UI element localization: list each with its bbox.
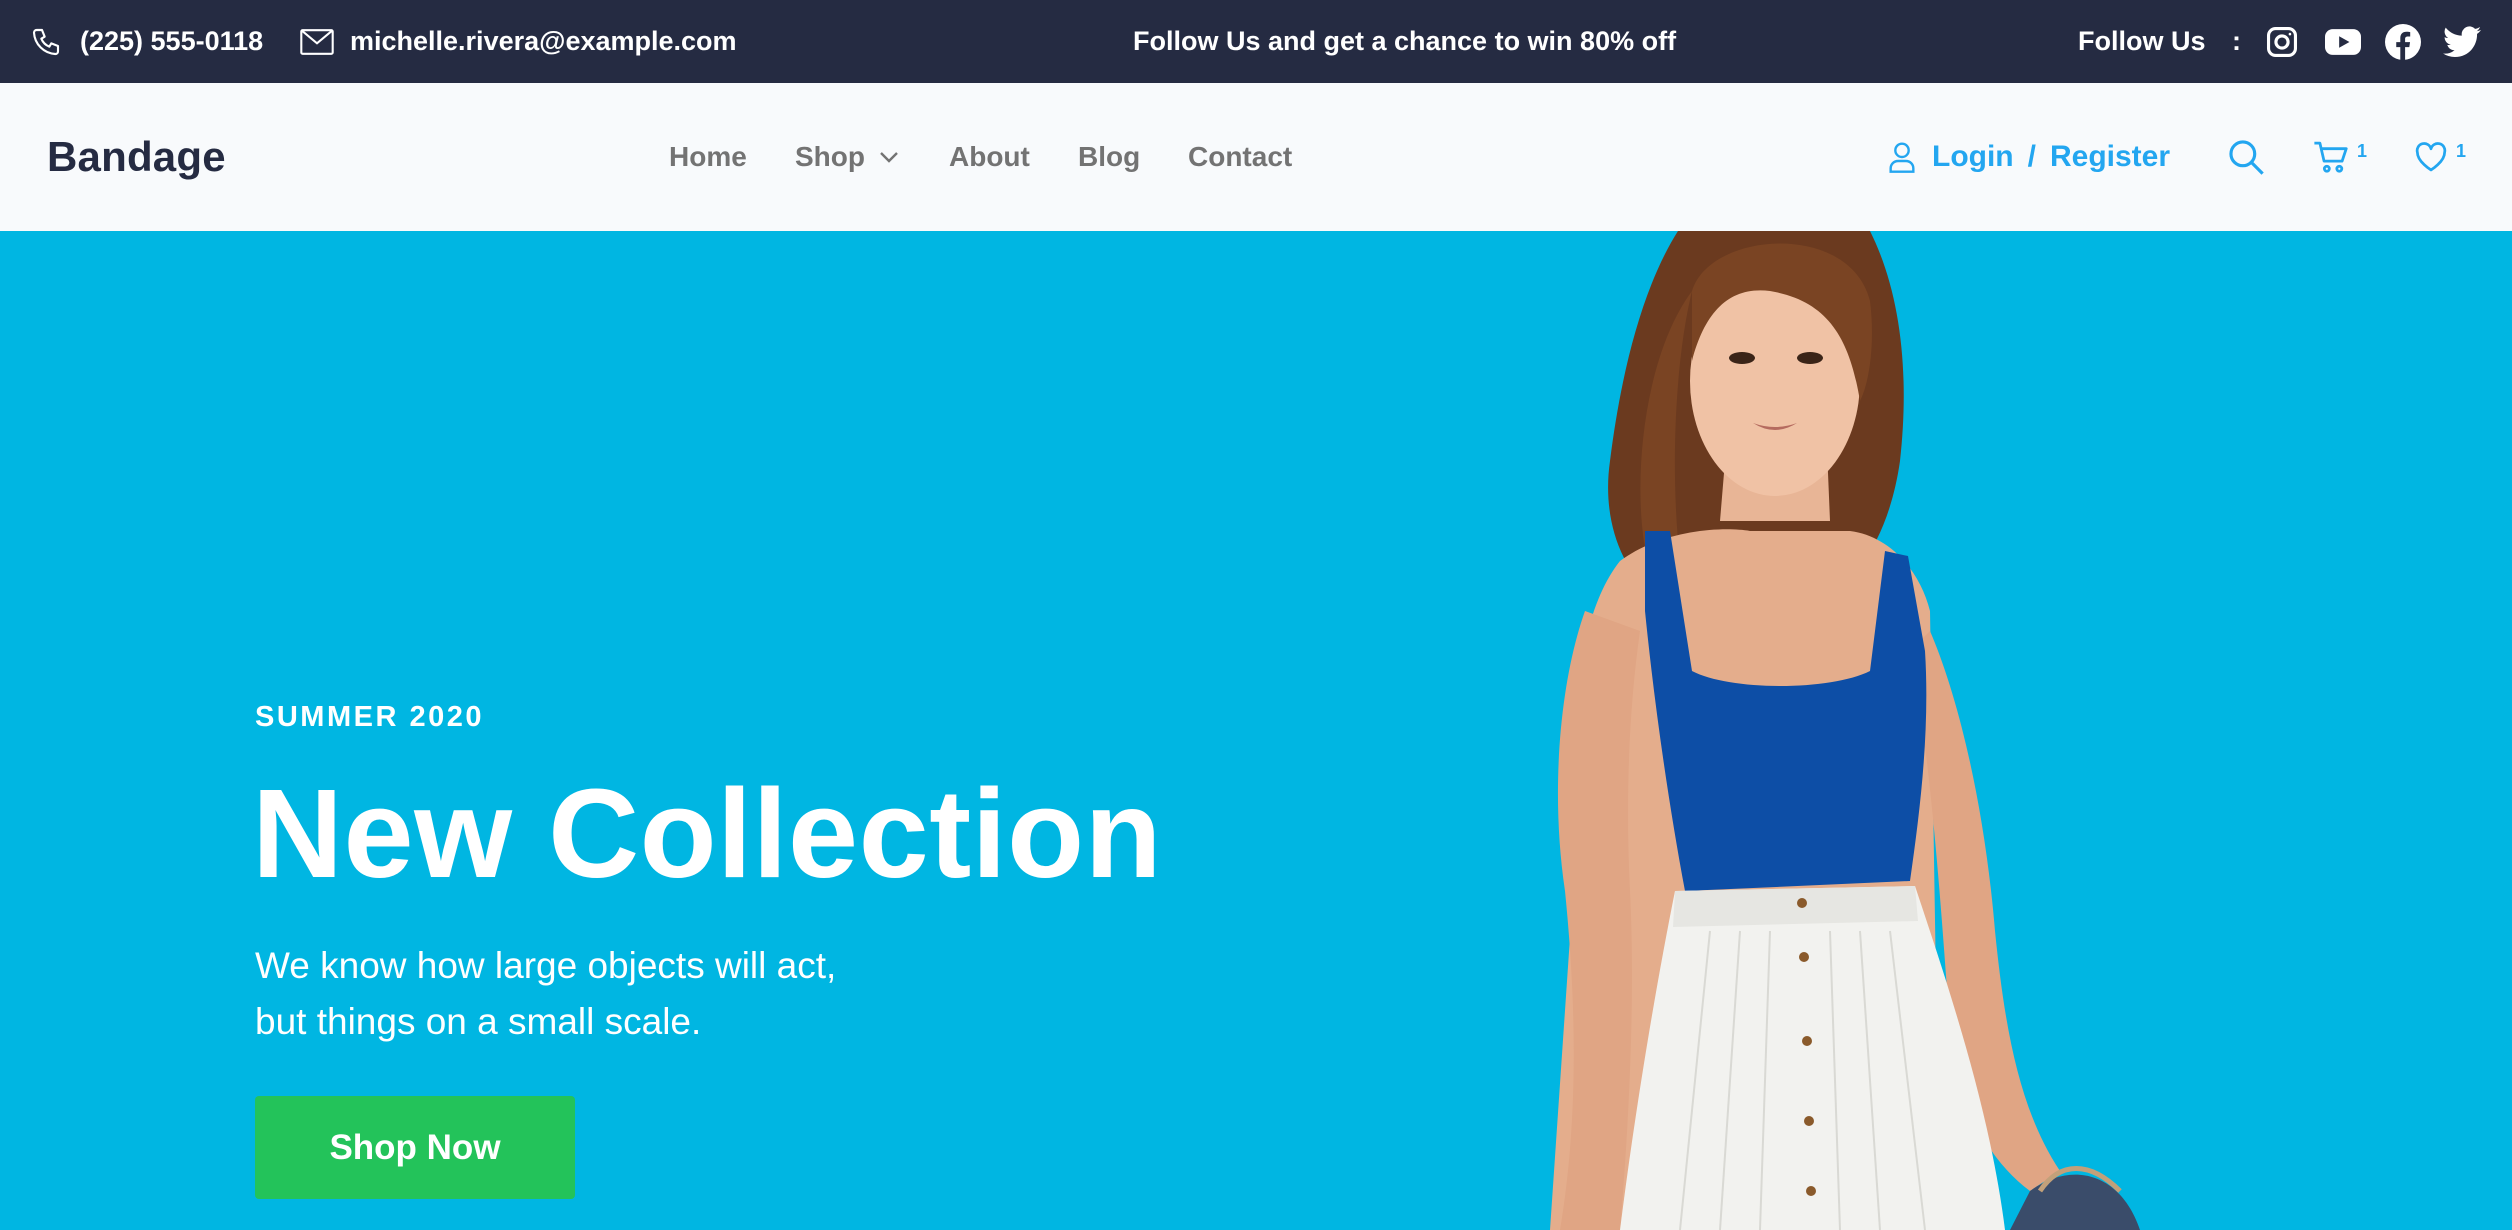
nav-shop-label: Shop [795,141,865,172]
register-link[interactable]: Register [2050,140,2170,174]
contact-email[interactable]: michelle.rivera@example.com [300,0,737,83]
youtube-icon [2325,28,2361,55]
facebook-icon [2385,23,2421,60]
wishlist-button[interactable]: 1 [2414,83,2466,231]
twitter-icon [2443,25,2481,57]
chevron-down-icon [880,152,898,163]
facebook-link[interactable] [2385,0,2421,83]
heart-icon [2415,142,2447,172]
follow-us-label: Follow Us [2078,26,2206,56]
twitter-link[interactable] [2443,0,2481,83]
main-navbar: Bandage Home Shop About Blog Contact Log… [0,83,2512,231]
mail-icon [300,28,334,55]
auth-separator: / [2027,140,2036,173]
nav-home[interactable]: Home [669,83,747,231]
contact-phone[interactable]: (225) 555-0118 [30,0,263,83]
auth-links: Login / Register [1888,83,2170,231]
nav-about[interactable]: About [949,83,1030,231]
phone-icon [32,28,60,55]
brand-logo[interactable]: Bandage [47,83,226,231]
nav-shop[interactable]: Shop [795,83,899,231]
youtube-link[interactable] [2325,0,2361,83]
hero-description-line-2: but things on a small scale. [255,1001,702,1042]
cart-button[interactable]: 1 [2313,83,2367,231]
promo-text: Follow Us and get a chance to win 80% of… [1133,26,1677,56]
follow-us-colon: : [2232,26,2241,56]
instagram-link[interactable] [2265,0,2299,83]
hero-section: SUMMER 2020 New Collection We know how l… [0,231,2512,1230]
cart-icon [2314,141,2348,173]
hero-description: We know how large objects will act, but … [255,938,955,1050]
nav-blog[interactable]: Blog [1078,83,1140,231]
search-icon [2229,140,2264,175]
hero-model-image [1550,231,2140,1230]
hero-title: New Collection [252,763,1163,904]
wishlist-count: 1 [2456,140,2467,161]
hero-description-line-1: We know how large objects will act, [255,945,837,986]
search-button[interactable] [2227,83,2265,231]
cart-count: 1 [2357,140,2368,161]
top-bar: (225) 555-0118 michelle.rivera@example.c… [0,0,2512,83]
email-text: michelle.rivera@example.com [350,26,737,56]
instagram-icon [2266,26,2298,57]
login-link[interactable]: Login [1932,140,2014,174]
user-icon [1889,142,1915,173]
nav-contact[interactable]: Contact [1188,83,1292,231]
shop-now-button[interactable]: Shop Now [255,1096,575,1199]
phone-text: (225) 555-0118 [80,26,264,56]
hero-season: SUMMER 2020 [255,701,484,733]
